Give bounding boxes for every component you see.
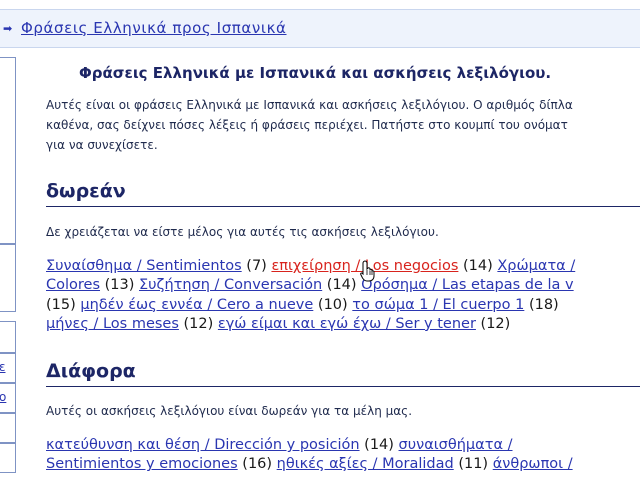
- exercise-link[interactable]: Συζήτηση / Conversación: [139, 277, 322, 293]
- breadcrumb: ➡ Φράσεις Ελληνικά προς Ισπανικά: [3, 19, 287, 37]
- word-count: (18): [528, 296, 559, 313]
- link-row: κατεύθυνση και θέση / Dirección y posici…: [46, 436, 640, 455]
- exercise-link[interactable]: Συναίσθημα / Sentimientos: [46, 258, 242, 274]
- header-bar: ➡ Φράσεις Ελληνικά προς Ισπανικά: [0, 9, 640, 48]
- word-count: (14): [463, 258, 493, 274]
- exercise-link[interactable]: ηθικές αξίες / Moralidad: [277, 456, 454, 472]
- word-count: (11): [458, 456, 489, 473]
- exercise-link[interactable]: μηδέν έως εννέα / Cero a nueve: [80, 297, 313, 313]
- exercise-link[interactable]: Sentimientos y emociones: [46, 456, 238, 472]
- section-note-free: Δε χρειάζεται να είστε μέλος για αυτές τ…: [46, 225, 439, 239]
- word-count: (12): [183, 315, 214, 332]
- sidebar-item-4[interactable]: [0, 413, 16, 443]
- section-note-misc: Αυτές οι ασκήσεις λεξιλόγιου είναι δωρεά…: [46, 404, 413, 418]
- word-count: (13): [104, 277, 135, 294]
- intro-line: για να συνεχίσετε.: [46, 138, 158, 152]
- link-row: Colores (13) Συζήτηση / Conversación (14…: [46, 276, 640, 295]
- link-row: (15) μηδέν έως εννέα / Cero a nueve (10)…: [46, 296, 640, 315]
- sidebar-item-2-label: ε: [0, 360, 6, 374]
- exercise-link[interactable]: Colores: [46, 277, 100, 293]
- word-count: (14): [364, 437, 394, 453]
- exercise-link[interactable]: Ορόσημα / Las etapas de la v: [361, 277, 573, 293]
- section-heading-misc: Διάφορα: [46, 360, 136, 382]
- exercise-link[interactable]: το σώμα 1 / El cuerpo 1: [352, 297, 524, 313]
- breadcrumb-link[interactable]: Φράσεις Ελληνικά προς Ισπανικά: [21, 19, 287, 37]
- section-divider: [46, 386, 640, 387]
- word-count: (15): [46, 296, 76, 313]
- intro-line: καθένα, σας δείχνει πόσες λέξεις ή φράσε…: [46, 118, 568, 132]
- sidebar-item-3-label: ο: [0, 390, 7, 404]
- word-count: (10): [317, 296, 348, 313]
- sidebar-panel-top: [0, 57, 16, 244]
- sidebar-item-5[interactable]: [0, 443, 16, 473]
- exercise-link-hovered[interactable]: επιχείρηση / Los negocios: [271, 258, 458, 274]
- exercise-link[interactable]: άνθρωποι /: [493, 456, 573, 472]
- link-list-free: Συναίσθημα / Sentimientos (7) επιχείρηση…: [46, 257, 640, 334]
- link-row: Συναίσθημα / Sentimientos (7) επιχείρηση…: [46, 257, 640, 276]
- word-count: (16): [242, 456, 273, 473]
- sidebar-item-2[interactable]: ε: [0, 353, 16, 383]
- word-count: (12): [480, 315, 511, 332]
- intro-text: Αυτές είναι οι φράσεις Ελληνικά με Ισπαν…: [46, 95, 640, 155]
- section-divider: [46, 206, 640, 207]
- link-list-misc: κατεύθυνση και θέση / Dirección y posici…: [46, 436, 640, 475]
- link-row: Sentimientos y emociones (16) ηθικές αξί…: [46, 455, 640, 474]
- sidebar-item-3[interactable]: ο: [0, 383, 16, 413]
- arrow-right-icon: ➡: [3, 22, 13, 35]
- link-row: μήνες / Los meses (12) εγώ είμαι και εγώ…: [46, 315, 640, 334]
- word-count: (14): [326, 277, 357, 294]
- word-count: (7): [246, 258, 267, 274]
- page-title: Φράσεις Ελληνικά με Ισπανικά και ασκήσει…: [79, 64, 552, 82]
- exercise-link[interactable]: συναισθήματα /: [399, 437, 513, 453]
- exercise-link[interactable]: μήνες / Los meses: [46, 316, 179, 332]
- section-heading-free: δωρεάν: [46, 180, 126, 202]
- page: ➡ Φράσεις Ελληνικά προς Ισπανικά ε ο Φρά…: [0, 0, 640, 480]
- exercise-link[interactable]: Χρώματα /: [497, 258, 575, 274]
- intro-line: Αυτές είναι οι φράσεις Ελληνικά με Ισπαν…: [46, 98, 573, 112]
- exercise-link[interactable]: κατεύθυνση και θέση / Dirección y posici…: [46, 437, 360, 453]
- sidebar-item-1[interactable]: [0, 321, 16, 353]
- sidebar-panel-middle: [0, 244, 16, 312]
- exercise-link[interactable]: εγώ είμαι και εγώ έχω / Ser y tener: [218, 316, 476, 332]
